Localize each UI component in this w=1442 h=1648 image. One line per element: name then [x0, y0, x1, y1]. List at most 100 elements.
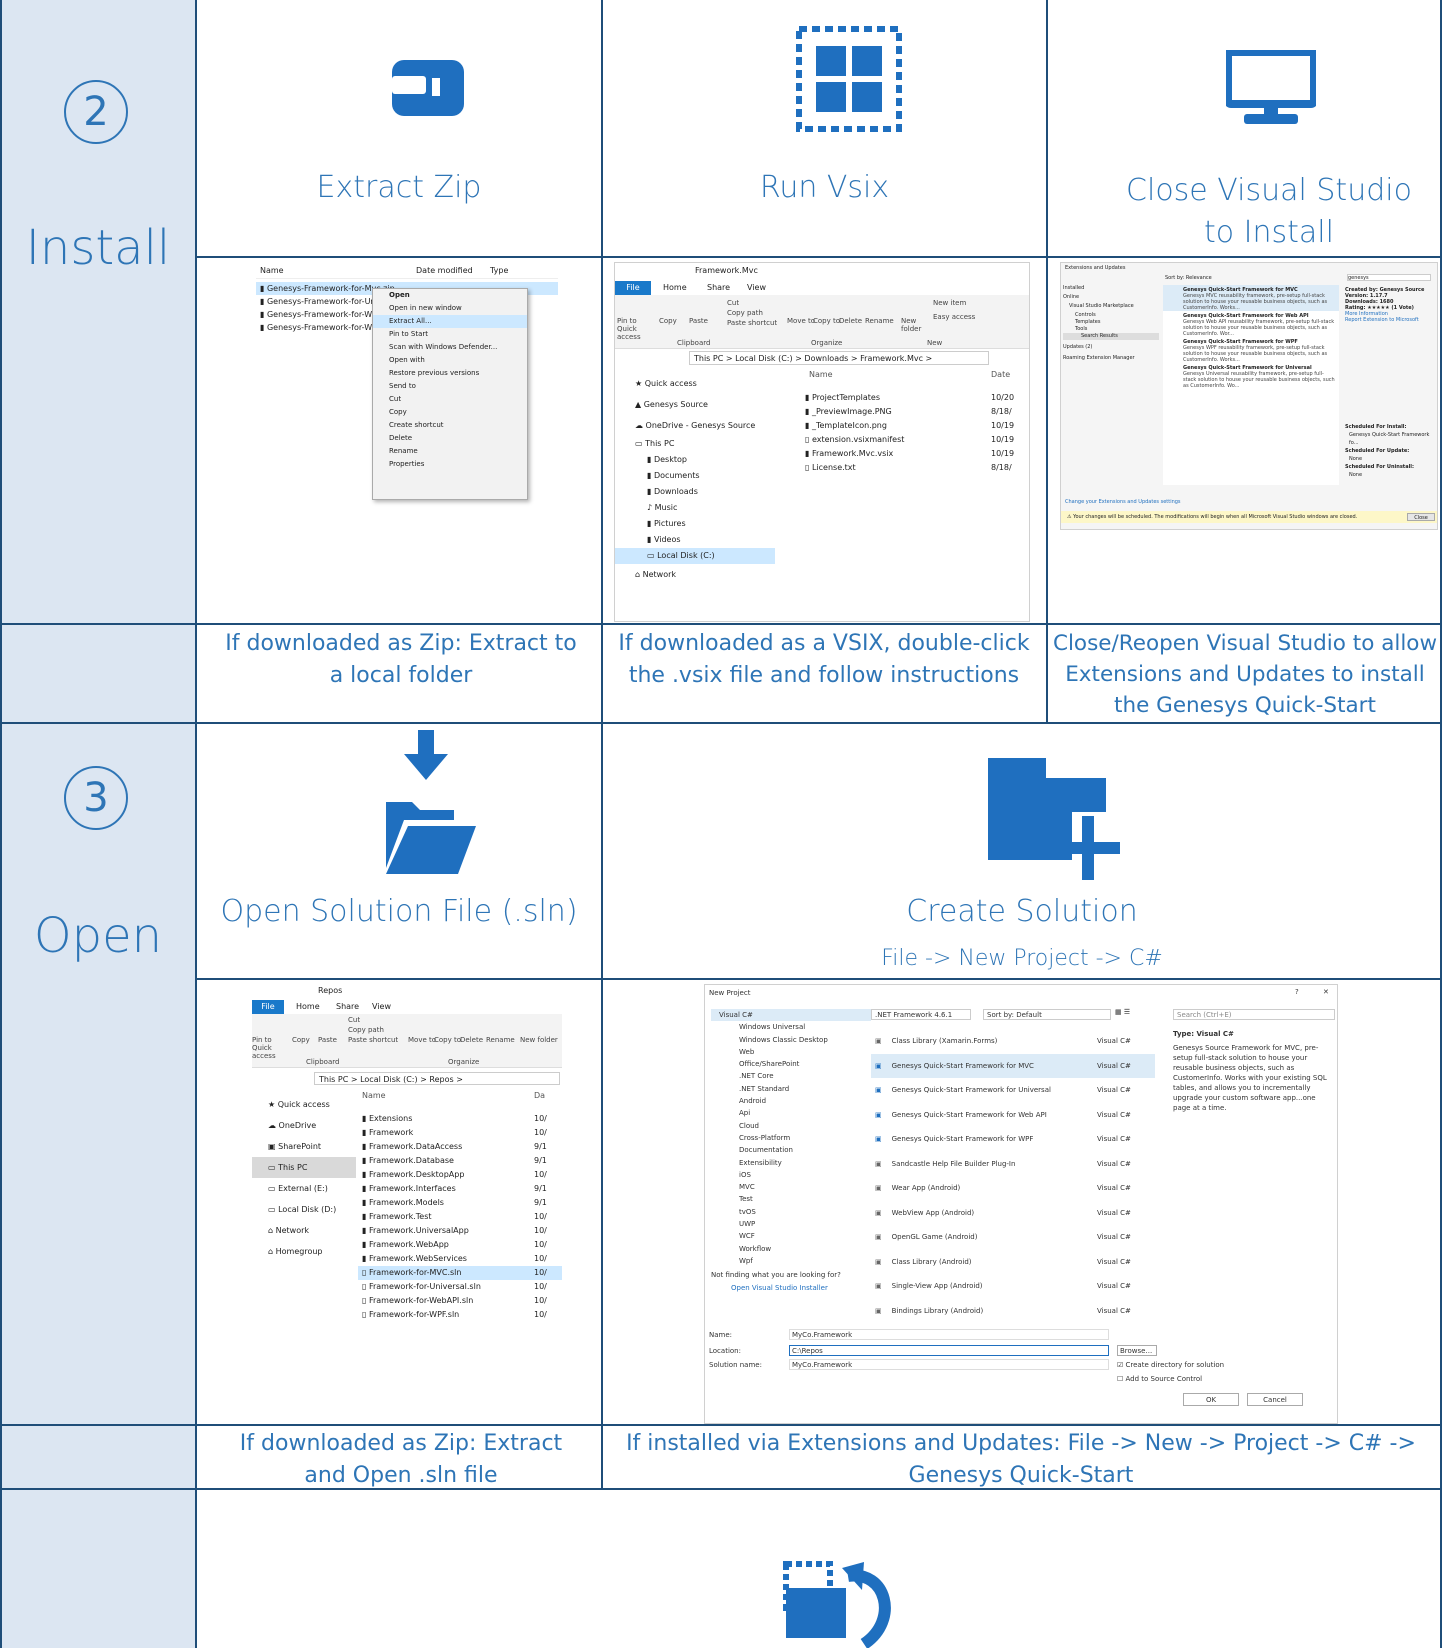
nav-item[interactable]: ⌂ Network	[615, 564, 775, 585]
nav-item[interactable]: Visual Studio Marketplace	[1063, 303, 1159, 312]
tree-item[interactable]: Windows Classic Desktop	[711, 1034, 871, 1046]
tree-item[interactable]: Cloud	[711, 1120, 871, 1132]
nav-item[interactable]: ▮ Videos	[615, 532, 775, 548]
tree-item[interactable]: tvOS	[711, 1206, 871, 1218]
nav-item[interactable]: ☁ OneDrive	[252, 1115, 356, 1136]
template-item[interactable]: ▣ Wear App (Android) Visual C#	[871, 1176, 1155, 1201]
ribbon-button[interactable]: Pin to Quick access	[617, 317, 657, 341]
file-row[interactable]: ▮ Framework.Interfaces 9/1	[358, 1182, 562, 1196]
tab-home[interactable]: Home	[663, 283, 687, 292]
ok-button[interactable]: OK	[1183, 1393, 1239, 1406]
template-item[interactable]: ▣ Single-View App (Android) Visual C#	[871, 1274, 1155, 1299]
tab-file[interactable]: File	[252, 1000, 284, 1014]
tree-item[interactable]: Wpf	[711, 1255, 871, 1267]
name-input[interactable]: MyCo.Framework	[789, 1329, 1109, 1340]
tree-item[interactable]: iOS	[711, 1169, 871, 1181]
tree-item[interactable]: Android	[711, 1095, 871, 1107]
ribbon-button[interactable]: New item	[933, 299, 966, 307]
file-row[interactable]: ▮ _PreviewImage.PNG 8/18/	[801, 405, 1029, 419]
ext-item[interactable]: Genesys Quick-Start Framework for Univer…	[1163, 363, 1339, 389]
nav-item[interactable]: Online	[1063, 294, 1159, 303]
file-row[interactable]: ▮ Extensions 10/	[358, 1112, 562, 1126]
file-row[interactable]: ▮ Framework.Test 10/	[358, 1210, 562, 1224]
ribbon-button[interactable]: Copy to	[434, 1036, 461, 1044]
template-item[interactable]: ▣ Genesys Quick-Start Framework for Web A…	[871, 1103, 1155, 1128]
tree-item[interactable]: Cross-Platform	[711, 1132, 871, 1144]
file-row[interactable]: ▮ Framework.Mvc.vsix 10/19	[801, 447, 1029, 461]
nav-item[interactable]: ♪ Music	[615, 500, 775, 516]
nav-item[interactable]: Installed	[1063, 285, 1159, 294]
file-row[interactable]: ▯ License.txt 8/18/	[801, 461, 1029, 475]
file-row[interactable]: ▯ Framework-for-WebAPI.sln 10/	[358, 1294, 562, 1308]
menu-item[interactable]: Send to	[373, 380, 527, 393]
tree-item[interactable]: Windows Universal	[711, 1021, 871, 1033]
nav-item[interactable]: ☁ OneDrive - Genesys Source	[615, 415, 775, 436]
tree-item[interactable]: .NET Standard	[711, 1083, 871, 1095]
ribbon-button[interactable]: Rename	[486, 1036, 515, 1044]
nav-item[interactable]: ⌂ Network	[252, 1220, 356, 1241]
template-item[interactable]: ▣ OpenGL Game (Android) Visual C#	[871, 1225, 1155, 1250]
template-item[interactable]: ▣ Genesys Quick-Start Framework for MVC Vi…	[871, 1053, 1155, 1078]
ribbon-button[interactable]: New folder	[901, 317, 927, 333]
file-row[interactable]: ▮ Framework.DataAccess 9/1	[358, 1140, 562, 1154]
ribbon-button[interactable]: Move to	[408, 1036, 436, 1044]
file-row[interactable]: ▯ Framework-for-Universal.sln 10/	[358, 1280, 562, 1294]
ribbon-button[interactable]: Cut	[727, 299, 739, 307]
tab-view[interactable]: View	[747, 283, 766, 292]
menu-item[interactable]: Rename	[373, 445, 527, 458]
tab-share[interactable]: Share	[707, 283, 730, 292]
menu-item[interactable]: Restore previous versions	[373, 367, 527, 380]
template-item[interactable]: ▣ Genesys Quick-Start Framework for Unive…	[871, 1078, 1155, 1103]
nav-item[interactable]: ▭ Local Disk (D:)	[252, 1199, 356, 1220]
ribbon-button[interactable]: Pin to Quick access	[252, 1036, 292, 1060]
search-input[interactable]: Search (Ctrl+E)	[1173, 1009, 1335, 1020]
ribbon-button[interactable]: Rename	[865, 317, 894, 325]
file-row[interactable]: ▮ Framework.Database 9/1	[358, 1154, 562, 1168]
nav-item[interactable]: ▣ SharePoint	[252, 1136, 356, 1157]
ribbon-button[interactable]: Copy path	[348, 1026, 384, 1034]
file-row[interactable]: ▯ Framework-for-WPF.sln 10/	[358, 1308, 562, 1322]
nav-item[interactable]: ⌂ Homegroup	[252, 1241, 356, 1262]
location-input[interactable]: C:\Repos	[789, 1345, 1109, 1356]
menu-item[interactable]: Open in new window	[373, 302, 527, 315]
template-item[interactable]: ▣ Sandcastle Help File Builder Plug-In Vis…	[871, 1152, 1155, 1177]
solution-input[interactable]: MyCo.Framework	[789, 1359, 1109, 1370]
nav-item[interactable]: ★ Quick access	[615, 373, 775, 394]
tree-item[interactable]: Visual C#	[711, 1009, 871, 1022]
nav-item[interactable]: ▲ Genesys Source	[615, 394, 775, 415]
menu-item[interactable]: Pin to Start	[373, 328, 527, 341]
ribbon-button[interactable]: Copy to	[813, 317, 840, 325]
browse-button[interactable]: Browse...	[1117, 1345, 1157, 1356]
menu-item[interactable]: Open with	[373, 354, 527, 367]
ribbon-button[interactable]: Paste	[689, 317, 708, 325]
tab-file[interactable]: File	[615, 281, 651, 295]
file-row[interactable]: ▯ Framework-for-MVC.sln 10/	[358, 1266, 562, 1280]
ribbon-button[interactable]: Delete	[460, 1036, 483, 1044]
tree-item[interactable]: WCF	[711, 1230, 871, 1242]
file-row[interactable]: ▮ Framework.WebApp 10/	[358, 1238, 562, 1252]
address-bar[interactable]: This PC > Local Disk (C:) > Repos >	[314, 1072, 560, 1085]
nav-item[interactable]: ▮ Documents	[615, 468, 775, 484]
ribbon-button[interactable]: Easy access	[933, 313, 975, 321]
tree-item[interactable]: Extensibility	[711, 1157, 871, 1169]
menu-item[interactable]: Cut	[373, 393, 527, 406]
nav-item[interactable]: ▭ This PC	[252, 1157, 356, 1178]
menu-item[interactable]: Properties	[373, 458, 527, 471]
menu-item[interactable]: Delete	[373, 432, 527, 445]
file-row[interactable]: ▮ Framework 10/	[358, 1126, 562, 1140]
tab-share[interactable]: Share	[336, 1002, 359, 1011]
tree-item[interactable]: Office/SharePoint	[711, 1058, 871, 1070]
tree-item[interactable]: MVC	[711, 1181, 871, 1193]
nav-item[interactable]: Updates (2)	[1063, 344, 1159, 355]
ext-item[interactable]: Genesys Quick-Start Framework for MVC Gen…	[1163, 285, 1339, 311]
ext-item[interactable]: Genesys Quick-Start Framework for WPF Gen…	[1163, 337, 1339, 363]
file-row[interactable]: ▮ Framework.DesktopApp 10/	[358, 1168, 562, 1182]
ext-item[interactable]: Genesys Quick-Start Framework for Web AP…	[1163, 311, 1339, 337]
template-item[interactable]: ▣ Bindings Library (Android) Visual C#	[871, 1299, 1155, 1324]
nav-item[interactable]: ▭ This PC	[615, 436, 775, 452]
menu-item[interactable]: Create shortcut	[373, 419, 527, 432]
nav-item[interactable]: Roaming Extension Manager	[1063, 355, 1159, 364]
sort-select[interactable]: Sort by: Default	[983, 1009, 1111, 1020]
nav-item[interactable]: ▮ Desktop	[615, 452, 775, 468]
close-button[interactable]: Close	[1407, 513, 1435, 521]
